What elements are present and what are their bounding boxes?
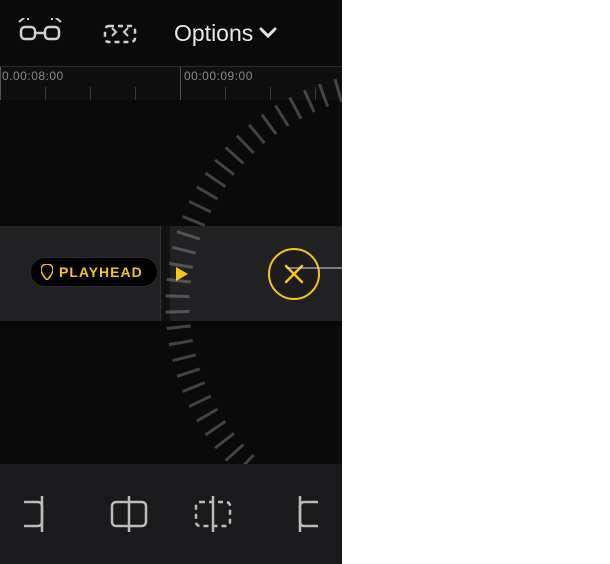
- timeline-canvas[interactable]: PLAYHEAD: [0, 100, 342, 460]
- wheel-indicator: [286, 267, 342, 269]
- timecode-label: 0.00:08:00: [2, 69, 64, 83]
- link-clips-icon[interactable]: [14, 13, 66, 53]
- playhead-label: PLAYHEAD: [59, 264, 143, 280]
- playhead-arrow-icon: [176, 267, 188, 281]
- top-toolbar: Options: [0, 0, 342, 66]
- clip-edge[interactable]: [160, 226, 170, 321]
- trim-end-tool[interactable]: [267, 489, 329, 539]
- close-button[interactable]: [268, 248, 320, 300]
- options-menu[interactable]: Options: [174, 20, 277, 47]
- close-icon: [282, 262, 306, 286]
- bottom-toolbar: [0, 464, 342, 564]
- clip-attach-icon[interactable]: [94, 13, 146, 53]
- chevron-down-icon: [259, 27, 277, 39]
- split-selection-tool[interactable]: [182, 489, 244, 539]
- split-tool[interactable]: [98, 489, 160, 539]
- options-label: Options: [174, 20, 253, 47]
- trim-start-tool[interactable]: [13, 489, 75, 539]
- editor-viewport: Options 0.00:08:00 00:00:09:00 PLAYHEAD: [0, 0, 342, 564]
- playhead-pin-icon: [41, 264, 53, 280]
- playhead-badge[interactable]: PLAYHEAD: [30, 257, 158, 287]
- timecode-label: 00:00:09:00: [184, 69, 253, 83]
- timeline-ruler[interactable]: 0.00:08:00 00:00:09:00: [0, 66, 342, 100]
